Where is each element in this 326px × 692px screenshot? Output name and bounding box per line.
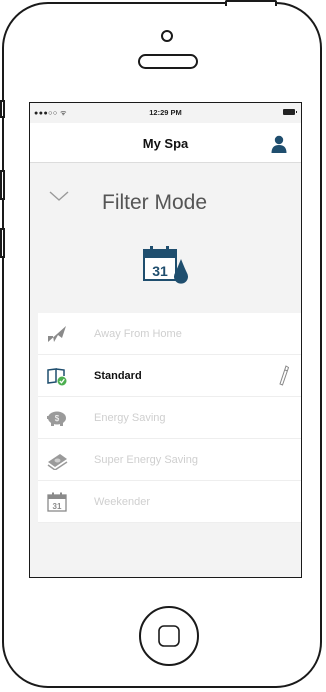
standard-icon bbox=[47, 368, 67, 386]
volume-down-button bbox=[0, 228, 5, 258]
mode-standard[interactable]: Standard bbox=[38, 355, 301, 397]
volume-up-button bbox=[0, 170, 5, 200]
screen: ●●●○○ ᯤ 12:29 PM My Spa Filter Mode 31 A… bbox=[29, 102, 302, 578]
nav-bar: My Spa bbox=[30, 123, 301, 163]
top-power-button bbox=[225, 0, 277, 6]
airplane-icon bbox=[48, 326, 66, 342]
mode-weekender[interactable]: 31 Weekender bbox=[38, 481, 301, 523]
earpiece-speaker bbox=[138, 54, 198, 69]
calendar-icon: 31 bbox=[47, 492, 67, 512]
filter-mode-header[interactable]: Filter Mode 31 bbox=[30, 163, 301, 303]
mode-label: Standard bbox=[94, 370, 142, 382]
mode-super-energy-saving[interactable]: Super Energy Saving bbox=[38, 439, 301, 481]
battery-icon bbox=[283, 109, 297, 115]
svg-text:$: $ bbox=[55, 414, 60, 423]
pencil-icon[interactable] bbox=[279, 365, 289, 387]
mode-label: Energy Saving bbox=[94, 412, 166, 424]
mode-away-from-home[interactable]: Away From Home bbox=[38, 313, 301, 355]
calendar-drop-icon: 31 bbox=[143, 246, 188, 284]
mute-switch bbox=[0, 100, 5, 118]
mode-label: Away From Home bbox=[94, 328, 182, 340]
status-bar: ●●●○○ ᯤ 12:29 PM bbox=[30, 103, 301, 123]
mode-label: Super Energy Saving bbox=[94, 454, 198, 466]
front-camera bbox=[161, 30, 173, 42]
home-button[interactable] bbox=[138, 605, 200, 667]
user-icon[interactable] bbox=[271, 135, 287, 153]
weekender-day: 31 bbox=[53, 502, 62, 511]
page-title: Filter Mode bbox=[102, 191, 208, 214]
money-stack-icon bbox=[47, 454, 68, 470]
piggy-bank-icon: $ bbox=[47, 411, 66, 426]
mode-list: Away From Home Standard $ Energy Saving … bbox=[30, 313, 301, 523]
nav-title: My Spa bbox=[142, 136, 189, 151]
chevron-down-icon[interactable] bbox=[48, 189, 70, 203]
calendar-day: 31 bbox=[152, 263, 168, 279]
status-time: 12:29 PM bbox=[149, 108, 182, 117]
mode-energy-saving[interactable]: $ Energy Saving bbox=[38, 397, 301, 439]
mode-label: Weekender bbox=[94, 496, 151, 508]
